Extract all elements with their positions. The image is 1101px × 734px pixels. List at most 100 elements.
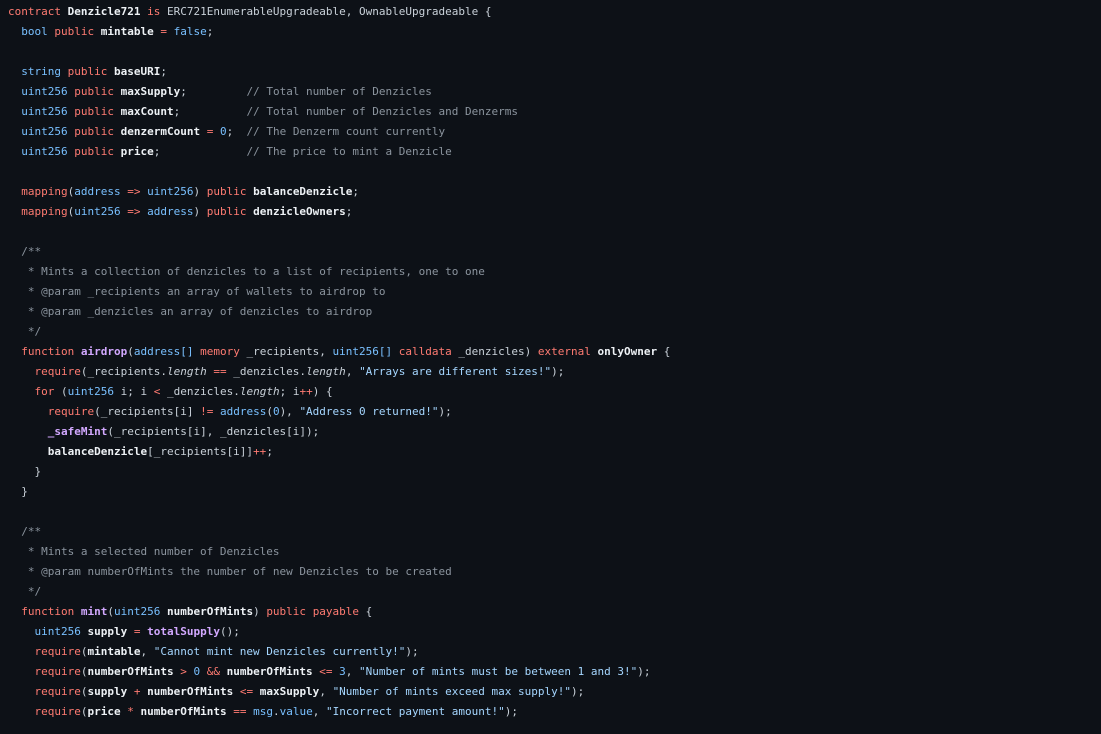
code-token xyxy=(8,65,21,78)
code-line: uint256 supply = totalSupply(); xyxy=(8,622,1101,642)
code-token: * @param numberOfMints the number of new… xyxy=(8,565,452,578)
code-token: public xyxy=(74,85,114,98)
code-token: uint256 xyxy=(114,605,160,618)
code-token xyxy=(127,625,134,638)
code-editor[interactable]: contract Denzicle721 is ERC721Enumerable… xyxy=(0,0,1101,734)
code-token: ) { xyxy=(313,385,333,398)
code-token: ); xyxy=(405,645,418,658)
code-line: for (uint256 i; i < _denzicles.length; i… xyxy=(8,382,1101,402)
code-token: supply xyxy=(87,685,127,698)
code-line: require(supply + numberOfMints <= maxSup… xyxy=(8,682,1101,702)
code-token: * Mints a collection of denzicles to a l… xyxy=(8,265,485,278)
code-token: uint256[] xyxy=(333,345,393,358)
code-token: numberOfMints xyxy=(87,665,173,678)
code-token xyxy=(220,665,227,678)
code-token xyxy=(8,705,35,718)
code-token: ; xyxy=(266,445,273,458)
code-line: * @param numberOfMints the number of new… xyxy=(8,562,1101,582)
code-token: ; xyxy=(227,125,247,138)
code-token xyxy=(8,685,35,698)
code-token: , xyxy=(346,665,359,678)
code-token xyxy=(8,665,35,678)
code-token: */ xyxy=(8,325,41,338)
code-token: ERC721EnumerableUpgradeable, OwnableUpgr… xyxy=(167,5,492,18)
code-token: , xyxy=(319,685,332,698)
code-token: string xyxy=(21,65,61,78)
code-token: false xyxy=(174,25,207,38)
code-token: _denzicles. xyxy=(227,365,306,378)
code-token: baseURI xyxy=(114,65,160,78)
code-token xyxy=(8,365,35,378)
code-token: require xyxy=(35,685,81,698)
code-token: ; xyxy=(174,105,247,118)
code-token: external xyxy=(538,345,591,358)
code-token: public xyxy=(68,65,108,78)
code-token: mintable xyxy=(87,645,140,658)
code-line: * @param _recipients an array of wallets… xyxy=(8,282,1101,302)
code-token: mapping xyxy=(21,185,67,198)
code-token: public xyxy=(266,605,306,618)
code-token: "Arrays are different sizes!" xyxy=(359,365,551,378)
code-token: "Address 0 returned!" xyxy=(299,405,438,418)
code-line: require(_recipients[i] != address(0), "A… xyxy=(8,402,1101,422)
code-token: ; xyxy=(160,65,167,78)
code-token: != xyxy=(200,405,213,418)
code-token: balanceDenzicle xyxy=(253,185,352,198)
code-token xyxy=(8,205,21,218)
code-token: (_recipients[i], _denzicles[i]); xyxy=(107,425,319,438)
code-line xyxy=(8,502,1101,522)
code-token xyxy=(8,425,48,438)
code-token: ( xyxy=(54,385,67,398)
code-token: length xyxy=(306,365,346,378)
code-token: maxSupply xyxy=(121,85,181,98)
code-token: <= xyxy=(319,665,332,678)
code-token: denzicleOwners xyxy=(253,205,346,218)
code-token: function xyxy=(21,605,74,618)
code-token: <= xyxy=(240,685,253,698)
code-token: uint256 xyxy=(21,105,67,118)
code-token: Denzicle721 xyxy=(68,5,141,18)
code-line: */ xyxy=(8,322,1101,342)
code-token: ; xyxy=(180,85,246,98)
code-token: . xyxy=(273,705,280,718)
code-token: contract xyxy=(8,5,68,18)
code-token xyxy=(127,685,134,698)
code-token xyxy=(306,605,313,618)
code-token: public xyxy=(74,145,114,158)
code-token xyxy=(167,25,174,38)
code-token xyxy=(392,345,399,358)
code-token: require xyxy=(48,405,94,418)
code-line: string public baseURI; xyxy=(8,62,1101,82)
code-token: } xyxy=(8,465,41,478)
code-line: uint256 public price; // The price to mi… xyxy=(8,142,1101,162)
code-token xyxy=(8,405,48,418)
code-token: uint256 xyxy=(21,125,67,138)
code-token: airdrop xyxy=(81,345,127,358)
code-token xyxy=(94,25,101,38)
code-line: uint256 public maxSupply; // Total numbe… xyxy=(8,82,1101,102)
code-line: bool public mintable = false; xyxy=(8,22,1101,42)
code-token xyxy=(8,605,21,618)
code-token: length xyxy=(240,385,280,398)
code-token: ( xyxy=(127,345,134,358)
code-token: 0 xyxy=(273,405,280,418)
code-line: mapping(uint256 => address) public denzi… xyxy=(8,202,1101,222)
code-token: ; xyxy=(207,25,214,38)
code-token: ; xyxy=(346,205,353,218)
code-token: ( xyxy=(107,605,114,618)
code-token: _safeMint xyxy=(48,425,108,438)
code-token: (); xyxy=(220,625,240,638)
code-token: => xyxy=(127,205,140,218)
code-token: public xyxy=(207,205,247,218)
code-line: require(mintable, "Cannot mint new Denzi… xyxy=(8,642,1101,662)
code-token: require xyxy=(35,365,81,378)
code-token: price xyxy=(121,145,154,158)
code-token: ; xyxy=(154,145,247,158)
code-token xyxy=(8,625,35,638)
code-line xyxy=(8,162,1101,182)
code-token xyxy=(233,685,240,698)
code-token: // The Denzerm count currently xyxy=(246,125,445,138)
code-token: address xyxy=(74,185,120,198)
code-token xyxy=(8,145,21,158)
code-line xyxy=(8,42,1101,62)
